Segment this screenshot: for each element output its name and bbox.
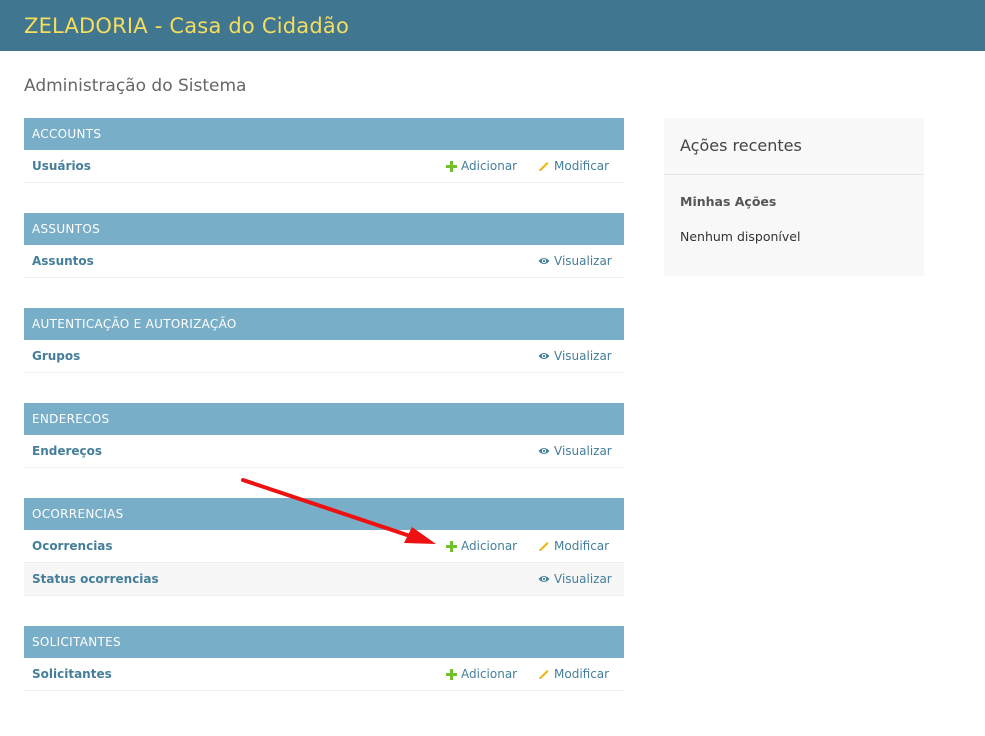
app-module: SOLICITANTES Solicitantes Adicionar Modific… (24, 626, 624, 691)
change-link-label: Modificar (554, 539, 610, 553)
recent-actions-panel: Ações recentes Minhas Ações Nenhum dispo… (664, 118, 924, 276)
change-link[interactable]: Modificar (538, 159, 609, 173)
no-actions-text: Nenhum disponível (680, 229, 801, 244)
pencil-icon (538, 160, 550, 172)
model-link[interactable]: Endereços (32, 444, 102, 458)
model-row: Grupos Visualizar (24, 340, 624, 373)
model-row: Endereços Visualizar (24, 435, 624, 468)
model-row: Assuntos Visualizar (24, 245, 624, 278)
eye-icon (538, 445, 550, 457)
app-caption-link[interactable]: ENDERECOS (24, 403, 624, 435)
change-link[interactable]: Modificar (538, 667, 609, 681)
model-row: Solicitantes Adicionar Modificar (24, 658, 624, 691)
pencil-icon (538, 668, 550, 680)
add-link[interactable]: Adicionar (445, 539, 517, 553)
page-title: Administração do Sistema (24, 76, 247, 96)
view-link-label: Visualizar (554, 254, 612, 268)
app-caption-link[interactable]: SOLICITANTES (24, 626, 624, 658)
app-caption-link[interactable]: ASSUNTOS (24, 213, 624, 245)
change-link-label: Modificar (554, 159, 610, 173)
add-link[interactable]: Adicionar (445, 159, 517, 173)
recent-actions-title: Ações recentes (664, 118, 924, 175)
view-link[interactable]: Visualizar (538, 349, 612, 363)
change-link[interactable]: Modificar (538, 539, 609, 553)
model-link[interactable]: Grupos (32, 349, 80, 363)
plus-icon (445, 540, 457, 552)
add-link-label: Adicionar (461, 539, 518, 553)
plus-icon (445, 668, 457, 680)
add-link-label: Adicionar (461, 667, 518, 681)
header-bar: ZELADORIA - Casa do Cidadão (0, 0, 985, 51)
site-branding-link[interactable]: ZELADORIA - Casa do Cidadão (24, 14, 349, 38)
model-row: Usuários Adicionar Modificar (24, 150, 624, 183)
model-link[interactable]: Usuários (32, 159, 91, 173)
eye-icon (538, 350, 550, 362)
app-list: ACCOUNTS Usuários Adicionar Modificar ASSUNT… (24, 118, 624, 721)
app-module: ACCOUNTS Usuários Adicionar Modificar (24, 118, 624, 183)
view-link[interactable]: Visualizar (538, 572, 612, 586)
view-link-label: Visualizar (554, 444, 612, 458)
eye-icon (538, 255, 550, 267)
add-link[interactable]: Adicionar (445, 667, 517, 681)
app-module: ENDERECOS Endereços Visualizar (24, 403, 624, 468)
add-link-label: Adicionar (461, 159, 518, 173)
change-link-label: Modificar (554, 667, 610, 681)
eye-icon (538, 573, 550, 585)
view-link[interactable]: Visualizar (538, 444, 612, 458)
plus-icon (445, 160, 457, 172)
app-module: AUTENTICAÇÃO E AUTORIZAÇÃO Grupos Visualiz… (24, 308, 624, 373)
model-row: Status ocorrencias Visualizar (24, 563, 624, 596)
model-link[interactable]: Assuntos (32, 254, 94, 268)
app-caption-link[interactable]: OCORRENCIAS (24, 498, 624, 530)
model-link[interactable]: Status ocorrencias (32, 572, 159, 586)
view-link-label: Visualizar (554, 349, 612, 363)
pencil-icon (538, 540, 550, 552)
model-row: Ocorrencias Adicionar Modificar (24, 530, 624, 563)
view-link-label: Visualizar (554, 572, 612, 586)
model-link[interactable]: Ocorrencias (32, 539, 113, 553)
app-module: ASSUNTOS Assuntos Visualizar (24, 213, 624, 278)
app-module: OCORRENCIAS Ocorrencias Adicionar Modificar… (24, 498, 624, 596)
model-link[interactable]: Solicitantes (32, 667, 112, 681)
view-link[interactable]: Visualizar (538, 254, 612, 268)
app-caption-link[interactable]: AUTENTICAÇÃO E AUTORIZAÇÃO (24, 308, 624, 340)
app-caption-link[interactable]: ACCOUNTS (24, 118, 624, 150)
my-actions-heading: Minhas Ações (680, 194, 777, 209)
